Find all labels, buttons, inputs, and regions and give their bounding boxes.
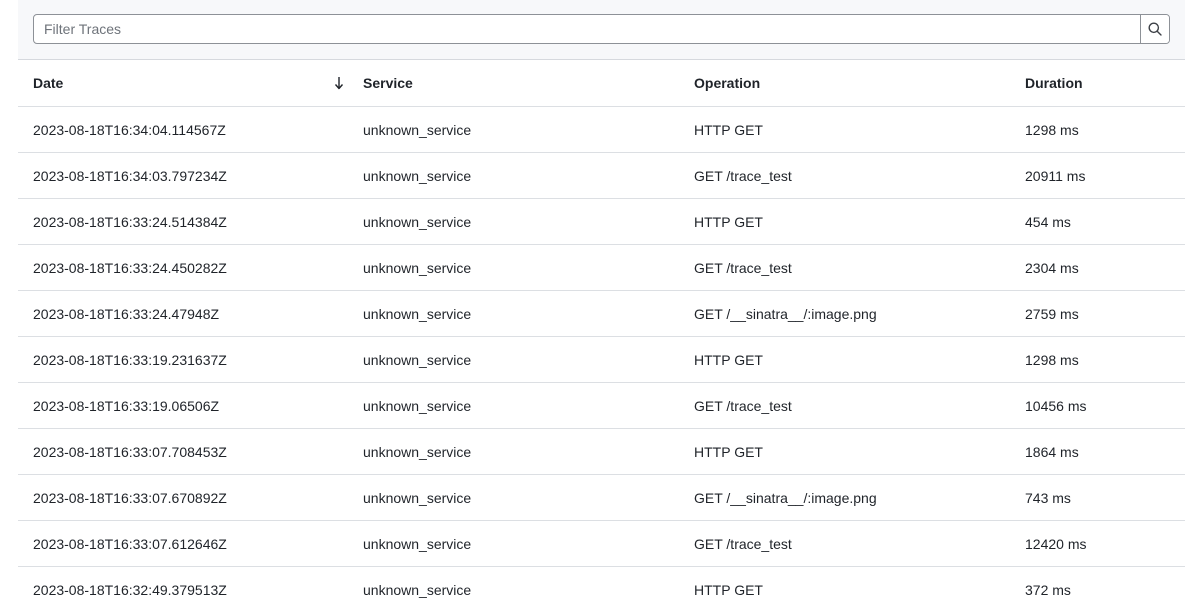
sort-toggle[interactable] <box>332 60 346 106</box>
table-row[interactable]: 2023-08-18T16:33:07.670892Z unknown_servi… <box>18 475 1185 521</box>
traces-page: Date Service Operation Duration 2023-08-… <box>0 0 1200 611</box>
cell-date: 2023-08-18T16:34:03.797234Z <box>33 167 227 184</box>
cell-service: unknown_service <box>363 397 472 414</box>
table-row[interactable]: 2023-08-18T16:32:49.379513Z unknown_servi… <box>18 567 1185 611</box>
column-header-date[interactable]: Date <box>33 60 63 106</box>
cell-operation: HTTP GET <box>694 121 763 138</box>
cell-service: unknown_service <box>363 489 472 506</box>
cell-operation: HTTP GET <box>694 443 763 460</box>
cell-duration: 1864 ms <box>1025 443 1079 460</box>
cell-duration: 20911 ms <box>1025 167 1086 184</box>
cell-duration: 10456 ms <box>1025 397 1087 414</box>
cell-date: 2023-08-18T16:33:07.612646Z <box>33 535 227 552</box>
cell-date: 2023-08-18T16:33:24.450282Z <box>33 259 227 276</box>
cell-service: unknown_service <box>363 443 472 460</box>
cell-operation: GET /__sinatra__/:image.png <box>694 305 877 322</box>
cell-service: unknown_service <box>363 121 472 138</box>
cell-service: unknown_service <box>363 259 472 276</box>
cell-service: unknown_service <box>363 305 472 322</box>
cell-duration: 743 ms <box>1025 489 1071 506</box>
table-row[interactable]: 2023-08-18T16:33:19.231637Z unknown_servi… <box>18 337 1185 383</box>
table-row[interactable]: 2023-08-18T16:33:24.47948Z unknown_servic… <box>18 291 1185 337</box>
table-row[interactable]: 2023-08-18T16:34:04.114567Z unknown_servi… <box>18 107 1185 153</box>
cell-date: 2023-08-18T16:33:19.231637Z <box>33 351 227 368</box>
table-row[interactable]: 2023-08-18T16:33:07.708453Z unknown_servi… <box>18 429 1185 475</box>
cell-operation: GET /trace_test <box>694 535 792 552</box>
cell-operation: GET /trace_test <box>694 167 792 184</box>
table-row[interactable]: 2023-08-18T16:33:07.612646Z unknown_servi… <box>18 521 1185 567</box>
filter-traces-input[interactable] <box>34 15 1140 43</box>
arrow-down-icon <box>334 77 344 90</box>
search-icon <box>1148 22 1162 36</box>
cell-date: 2023-08-18T16:33:07.670892Z <box>33 489 227 506</box>
column-header-service[interactable]: Service <box>363 60 413 106</box>
traces-table: Date Service Operation Duration 2023-08-… <box>18 60 1185 611</box>
search-button[interactable] <box>1140 15 1169 43</box>
cell-duration: 454 ms <box>1025 213 1071 230</box>
cell-operation: GET /trace_test <box>694 259 792 276</box>
cell-duration: 12420 ms <box>1025 535 1087 552</box>
column-header-operation[interactable]: Operation <box>694 60 760 106</box>
cell-duration: 2759 ms <box>1025 305 1079 322</box>
cell-service: unknown_service <box>363 351 472 368</box>
cell-operation: GET /__sinatra__/:image.png <box>694 489 877 506</box>
cell-date: 2023-08-18T16:34:04.114567Z <box>33 121 226 138</box>
cell-duration: 372 ms <box>1025 581 1071 598</box>
column-header-duration[interactable]: Duration <box>1025 60 1083 106</box>
table-row[interactable]: 2023-08-18T16:33:24.450282Z unknown_servi… <box>18 245 1185 291</box>
table-row[interactable]: 2023-08-18T16:33:24.514384Z unknown_servi… <box>18 199 1185 245</box>
table-header: Date Service Operation Duration <box>18 60 1185 107</box>
table-row[interactable]: 2023-08-18T16:33:19.06506Z unknown_servic… <box>18 383 1185 429</box>
cell-operation: GET /trace_test <box>694 397 792 414</box>
cell-service: unknown_service <box>363 167 472 184</box>
cell-operation: HTTP GET <box>694 581 763 598</box>
cell-date: 2023-08-18T16:33:24.514384Z <box>33 213 227 230</box>
cell-date: 2023-08-18T16:32:49.379513Z <box>33 581 227 598</box>
cell-duration: 2304 ms <box>1025 259 1079 276</box>
filter-bar <box>18 0 1185 60</box>
cell-date: 2023-08-18T16:33:07.708453Z <box>33 443 227 460</box>
cell-service: unknown_service <box>363 581 472 598</box>
table-body: 2023-08-18T16:34:04.114567Z unknown_servi… <box>18 107 1185 611</box>
cell-operation: HTTP GET <box>694 213 763 230</box>
table-row[interactable]: 2023-08-18T16:34:03.797234Z unknown_servi… <box>18 153 1185 199</box>
cell-service: unknown_service <box>363 213 472 230</box>
cell-date: 2023-08-18T16:33:24.47948Z <box>33 305 220 322</box>
cell-duration: 1298 ms <box>1025 121 1079 138</box>
cell-operation: HTTP GET <box>694 351 763 368</box>
filter-box <box>33 14 1170 44</box>
cell-duration: 1298 ms <box>1025 351 1079 368</box>
cell-service: unknown_service <box>363 535 472 552</box>
cell-date: 2023-08-18T16:33:19.06506Z <box>33 397 220 414</box>
